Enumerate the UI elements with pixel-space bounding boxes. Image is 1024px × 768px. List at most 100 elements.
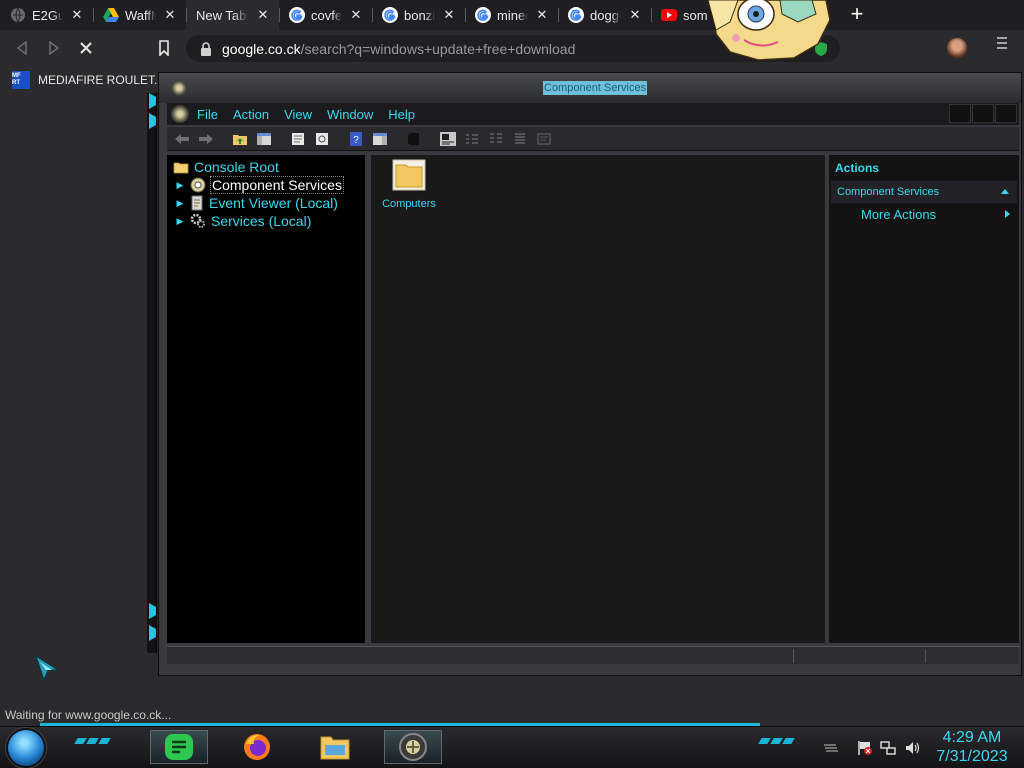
- browser-tab[interactable]: minecra ✕: [465, 0, 558, 30]
- browser-tab[interactable]: bonzi b ✕: [372, 0, 465, 30]
- stop-loading-button[interactable]: [74, 36, 98, 60]
- toolbar-detail-view-button[interactable]: [511, 130, 529, 148]
- bookmark-mediafire-roulette[interactable]: MF RT MEDIAFIRE ROULET...: [12, 71, 164, 89]
- back-arrow-icon: [175, 133, 189, 144]
- menu-window[interactable]: Window: [327, 107, 373, 122]
- expand-arrow-icon[interactable]: ▶: [175, 216, 185, 227]
- bookmark-star-button[interactable]: [152, 36, 176, 60]
- toolbar-export-button[interactable]: [313, 130, 331, 148]
- detail-view-icon: [515, 132, 525, 144]
- folder-icon: [392, 159, 426, 191]
- tab-title: minecra: [497, 7, 528, 23]
- properties-icon: [292, 132, 304, 145]
- google-icon: [475, 7, 491, 23]
- tab-close-icon[interactable]: ✕: [162, 7, 178, 23]
- lock-icon: [201, 41, 211, 56]
- toolbar-show-hide-tree-button[interactable]: [255, 130, 273, 148]
- forward-arrow-icon: [199, 133, 213, 144]
- network-icon: [880, 741, 896, 755]
- toolbar-small-icons-button[interactable]: [463, 130, 481, 148]
- small-icons-view-icon: [466, 133, 478, 144]
- tab-close-icon[interactable]: ✕: [534, 7, 550, 23]
- browser-tab[interactable]: E2Guar ✕: [0, 0, 93, 30]
- tab-close-icon[interactable]: ✕: [441, 7, 457, 23]
- chat-app-icon: [165, 734, 193, 760]
- window-titlebar[interactable]: Component Services: [159, 73, 1021, 103]
- toolbar-list-view-button[interactable]: [487, 130, 505, 148]
- tab-close-icon[interactable]: ✕: [255, 7, 271, 23]
- action-center-icon[interactable]: [857, 740, 873, 756]
- actions-pane: Actions Component Services More Actions: [829, 155, 1019, 643]
- taskbar-app-firefox[interactable]: [228, 730, 286, 764]
- tab-close-icon[interactable]: ✕: [627, 7, 643, 23]
- google-icon: [568, 7, 584, 23]
- taskbar-clock[interactable]: 4:29 AM 7/31/2023: [932, 728, 1012, 766]
- flag-warning-icon: [858, 741, 872, 755]
- taskbar-app-file-explorer[interactable]: [306, 730, 364, 764]
- profile-avatar[interactable]: [947, 38, 967, 58]
- toolbar-show-hide-action-pane-button[interactable]: [371, 130, 389, 148]
- show-hidden-icons-button[interactable]: [822, 740, 838, 756]
- result-item-computers[interactable]: Computers: [379, 159, 439, 210]
- tab-title: WaffM: [125, 7, 156, 23]
- new-tab-button[interactable]: +: [846, 3, 868, 26]
- browser-tab[interactable]: doggo ✕: [558, 0, 651, 30]
- browser-tab[interactable]: covfefe ✕: [279, 0, 372, 30]
- network-icon[interactable]: [880, 740, 896, 756]
- tab-title: covfefe: [311, 7, 342, 23]
- toolbar-back-button[interactable]: [173, 130, 191, 148]
- browser-tab[interactable]: New Tab ✕: [186, 0, 279, 30]
- toolbar-up-button[interactable]: [231, 130, 249, 148]
- url-host: google.co.ck: [222, 40, 301, 57]
- system-menu-icon[interactable]: [171, 105, 189, 123]
- com-object-icon: [408, 132, 419, 145]
- tab-close-icon[interactable]: ✕: [348, 7, 364, 23]
- tree-node-console-root[interactable]: Console Root: [173, 159, 279, 175]
- file-explorer-icon: [320, 736, 350, 760]
- gear-icon: [190, 213, 205, 228]
- start-button[interactable]: [8, 730, 44, 766]
- component-services-icon: [190, 177, 206, 193]
- bookmark-label: MEDIAFIRE ROULET...: [38, 73, 165, 87]
- action-pane-icon: [373, 132, 387, 145]
- actions-group-component-services[interactable]: Component Services: [831, 181, 1017, 203]
- child-minimize-button[interactable]: [949, 104, 971, 123]
- tab-close-icon[interactable]: ✕: [69, 7, 85, 23]
- browser-menu-button[interactable]: [992, 36, 1012, 60]
- window-frame-left: [147, 93, 157, 653]
- tree-node-services-local[interactable]: ▶ Services (Local): [175, 213, 312, 229]
- action-more-actions[interactable]: More Actions: [861, 207, 936, 222]
- actions-header: Actions: [835, 161, 880, 175]
- back-button[interactable]: [10, 36, 34, 60]
- tab-title: bonzi b: [404, 7, 435, 23]
- toolbar-help-button[interactable]: ?: [347, 130, 365, 148]
- expand-arrow-icon[interactable]: ▶: [175, 198, 185, 209]
- volume-icon[interactable]: [904, 740, 920, 756]
- tree-node-component-services[interactable]: ▶ Component Services: [175, 176, 344, 194]
- browser-tab[interactable]: WaffM ✕: [93, 0, 186, 30]
- toolbar-large-icons-button[interactable]: [439, 130, 457, 148]
- toolbar-properties-button[interactable]: [289, 130, 307, 148]
- close-icon: [80, 42, 92, 54]
- child-restore-button[interactable]: [972, 104, 994, 123]
- toolbar-com-object-button[interactable]: [405, 130, 423, 148]
- tree-node-event-viewer[interactable]: ▶ Event Viewer (Local): [175, 195, 338, 211]
- folder-up-icon: [233, 134, 247, 145]
- collapse-arrow-icon: [1001, 189, 1009, 194]
- taskbar-app-chat[interactable]: [150, 730, 208, 764]
- taskbar-app-component-services[interactable]: [384, 730, 442, 764]
- menu-help[interactable]: Help: [388, 107, 415, 122]
- expand-arrow-icon[interactable]: ▶: [175, 180, 185, 191]
- menu-action[interactable]: Action: [233, 107, 269, 122]
- cartoon-character-overlay: [708, 0, 831, 61]
- mmc-app-icon[interactable]: [171, 80, 187, 96]
- toolbar-forward-button[interactable]: [197, 130, 215, 148]
- forward-arrow-icon: [49, 41, 60, 55]
- taskbar-decoration: [758, 738, 795, 744]
- child-close-button[interactable]: [995, 104, 1017, 123]
- result-pane: Computers: [371, 155, 825, 643]
- menu-view[interactable]: View: [284, 107, 312, 122]
- menu-file[interactable]: File: [197, 107, 218, 122]
- forward-button[interactable]: [42, 36, 66, 60]
- toolbar-status-view-button[interactable]: [535, 130, 553, 148]
